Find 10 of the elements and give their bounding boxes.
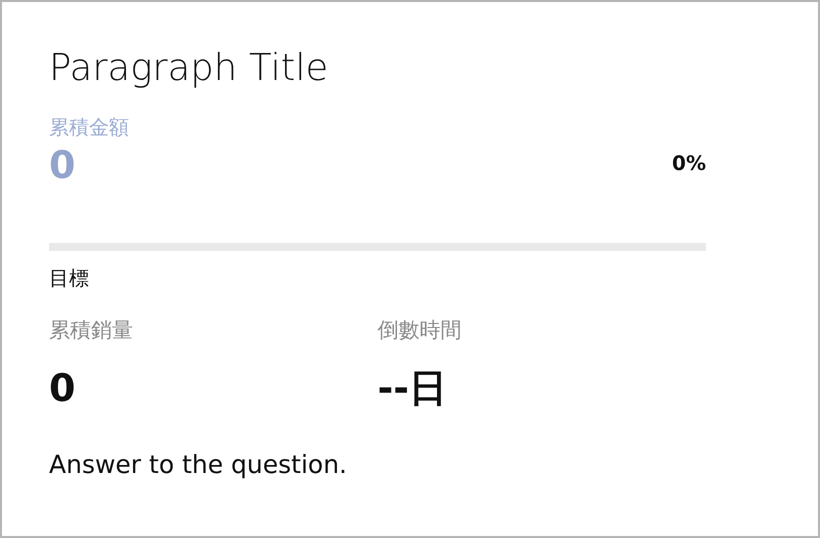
stat-label: 累積銷量 [49,317,134,344]
paragraph-title: Paragraph Title [49,46,330,90]
stat-value: 0 [49,368,76,410]
goal-label: 目標 [49,265,90,292]
answer-text: Answer to the question. [49,450,348,479]
amount-value: 0 [49,145,76,188]
stat-value: --日 [378,368,448,410]
percent-value: 0% [672,151,706,176]
stat-label: 倒數時間 [378,317,462,344]
amount-label: 累積金額 [49,114,130,142]
